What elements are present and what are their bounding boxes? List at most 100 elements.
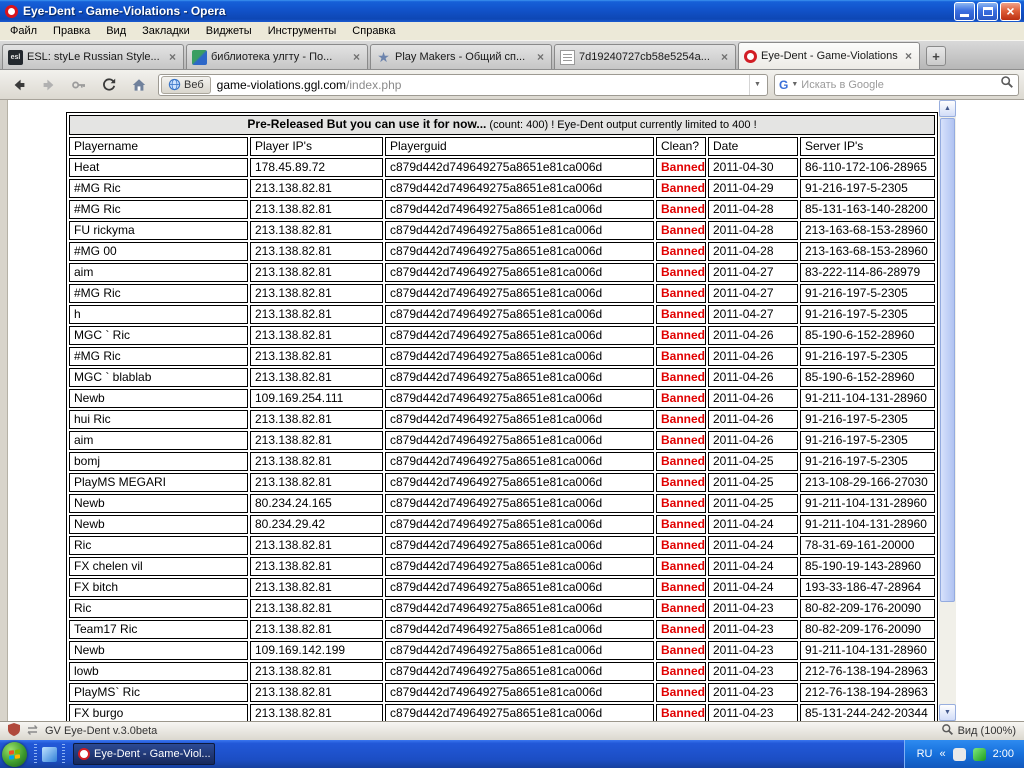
menu-item-виджеты[interactable]: Виджеты [198, 23, 260, 39]
cell-server-ip: 91-216-197-5-2305 [800, 347, 936, 366]
quick-launch-icon[interactable] [42, 746, 57, 762]
opera-icon [5, 4, 18, 18]
table-row: Newb 109.169.254.111 c879d442d749649275a86… [69, 389, 936, 408]
page-content: Pre-Released But you can use it for now.… [9, 100, 939, 721]
maximize-button[interactable] [977, 1, 998, 21]
opera-icon [78, 748, 90, 760]
sync-arrows-icon [26, 724, 39, 739]
cell-clean: Banned [656, 620, 706, 639]
menu-item-файл[interactable]: Файл [2, 23, 45, 39]
reload-button[interactable] [95, 73, 122, 97]
home-button[interactable] [125, 73, 152, 97]
search-magnifier-icon[interactable] [1000, 75, 1014, 94]
cell-date: 2011-04-26 [708, 431, 798, 450]
cell-date: 2011-04-26 [708, 410, 798, 429]
cell-player-ip: 213.138.82.81 [250, 263, 383, 282]
cell-playerguid: c879d442d749649275a8651e81ca006d [385, 326, 654, 345]
scrollbar-thumb[interactable] [940, 118, 955, 603]
forward-button[interactable] [35, 73, 62, 97]
cell-playerguid: c879d442d749649275a8651e81ca006d [385, 263, 654, 282]
minimize-button[interactable] [954, 1, 975, 21]
language-indicator[interactable]: RU [917, 748, 933, 760]
new-tab-button[interactable]: + [926, 46, 946, 66]
tab-doc[interactable]: 7d19240727cb58e5254a... × [554, 44, 736, 69]
navigation-bar: Веб game-violations.ggl.com/index.php ▼ … [0, 70, 1024, 100]
tab-close-icon[interactable]: × [535, 51, 546, 63]
cell-clean: Banned [656, 662, 706, 681]
cell-server-ip: 85-131-163-140-28200 [800, 200, 936, 219]
tabs: esl ESL: styLe Russian Style... × библиотек… [2, 42, 922, 69]
taskbar-task-button[interactable]: Eye-Dent - Game-Viol... [73, 743, 215, 765]
tab-esl[interactable]: esl ESL: styLe Russian Style... × [2, 44, 184, 69]
zoom-label: Вид (100%) [957, 725, 1016, 737]
tab-label: библиотека улгту - По... [211, 51, 333, 63]
cell-clean: Banned [656, 263, 706, 282]
address-dropdown-button[interactable]: ▼ [749, 74, 765, 95]
security-badge[interactable]: Веб [161, 75, 211, 94]
esl-favicon: esl [8, 49, 23, 65]
table-row: aim 213.138.82.81 c879d442d749649275a8651e… [69, 263, 936, 282]
search-engine-dropdown-icon[interactable]: ▼ [791, 81, 798, 88]
cell-playerguid: c879d442d749649275a8651e81ca006d [385, 284, 654, 303]
panel-splitter[interactable] [0, 100, 8, 721]
clock[interactable]: 2:00 [993, 748, 1014, 760]
cell-player-ip: 213.138.82.81 [250, 305, 383, 324]
table-row: Newb 80.234.29.42 c879d442d749649275a8651e… [69, 515, 936, 534]
cell-clean: Banned [656, 704, 706, 721]
cell-player-ip: 213.138.82.81 [250, 599, 383, 618]
cell-playername: lowb [69, 662, 248, 681]
tab-close-icon[interactable]: × [351, 51, 362, 63]
tab-close-icon[interactable]: × [719, 51, 730, 63]
cell-player-ip: 109.169.254.111 [250, 389, 383, 408]
address-text: game-violations.ggl.com/index.php [211, 78, 749, 92]
tray-icon[interactable] [972, 747, 986, 761]
table-row: FX chelen vil 213.138.82.81 c879d442d74964… [69, 557, 936, 576]
cell-playername: aim [69, 431, 248, 450]
table-row: aim 213.138.82.81 c879d442d749649275a8651e… [69, 431, 936, 450]
menu-item-закладки[interactable]: Закладки [134, 23, 198, 39]
wand-password-button[interactable] [65, 73, 92, 97]
tab-opera[interactable]: Eye-Dent - Game-Violations × [738, 42, 920, 69]
close-button[interactable]: × [1000, 1, 1021, 21]
cell-server-ip: 213-108-29-166-27030 [800, 473, 936, 492]
quick-launch-handle[interactable] [62, 744, 65, 764]
cell-server-ip: 91-216-197-5-2305 [800, 431, 936, 450]
cell-player-ip: 213.138.82.81 [250, 347, 383, 366]
tab-close-icon[interactable]: × [903, 50, 914, 62]
tab-book[interactable]: библиотека улгту - По... × [186, 44, 368, 69]
cell-playername: Team17 Ric [69, 620, 248, 639]
vertical-scrollbar[interactable]: ▲ ▼ [939, 100, 956, 721]
address-bar[interactable]: Веб game-violations.ggl.com/index.php ▼ [158, 73, 768, 96]
cell-server-ip: 193-33-186-47-28964 [800, 578, 936, 597]
back-button[interactable] [5, 73, 32, 97]
cell-playername: Ric [69, 536, 248, 555]
cell-player-ip: 213.138.82.81 [250, 578, 383, 597]
tray-icon[interactable] [952, 747, 966, 761]
scroll-down-button[interactable]: ▼ [939, 704, 956, 721]
menu-item-правка[interactable]: Правка [45, 23, 98, 39]
cell-player-ip: 213.138.82.81 [250, 242, 383, 261]
cell-server-ip: 80-82-209-176-20090 [800, 599, 936, 618]
tab-star[interactable]: ★ Play Makers - Общий сп... × [370, 44, 552, 69]
cell-playername: #MG Ric [69, 347, 248, 366]
menu-item-инструменты[interactable]: Инструменты [260, 23, 345, 39]
tab-close-icon[interactable]: × [167, 51, 178, 63]
quick-launch-handle[interactable] [34, 744, 37, 764]
cell-player-ip: 213.138.82.81 [250, 620, 383, 639]
cell-player-ip: 80.234.29.42 [250, 515, 383, 534]
menu-item-справка[interactable]: Справка [344, 23, 403, 39]
scroll-up-button[interactable]: ▲ [939, 100, 956, 117]
cell-player-ip: 213.138.82.81 [250, 431, 383, 450]
cell-playerguid: c879d442d749649275a8651e81ca006d [385, 305, 654, 324]
start-button[interactable] [2, 741, 27, 767]
search-field[interactable]: G ▼ Искать в Google [774, 73, 1019, 96]
cell-date: 2011-04-25 [708, 452, 798, 471]
cell-clean: Banned [656, 641, 706, 660]
cell-player-ip: 213.138.82.81 [250, 200, 383, 219]
tray-collapse-chevron[interactable]: « [939, 748, 945, 760]
minimize-icon [960, 13, 969, 17]
cell-player-ip: 213.138.82.81 [250, 221, 383, 240]
zoom-control[interactable]: Вид (100%) [941, 723, 1016, 739]
table-row: Ric 213.138.82.81 c879d442d749649275a8651e… [69, 599, 936, 618]
menu-item-вид[interactable]: Вид [98, 23, 134, 39]
